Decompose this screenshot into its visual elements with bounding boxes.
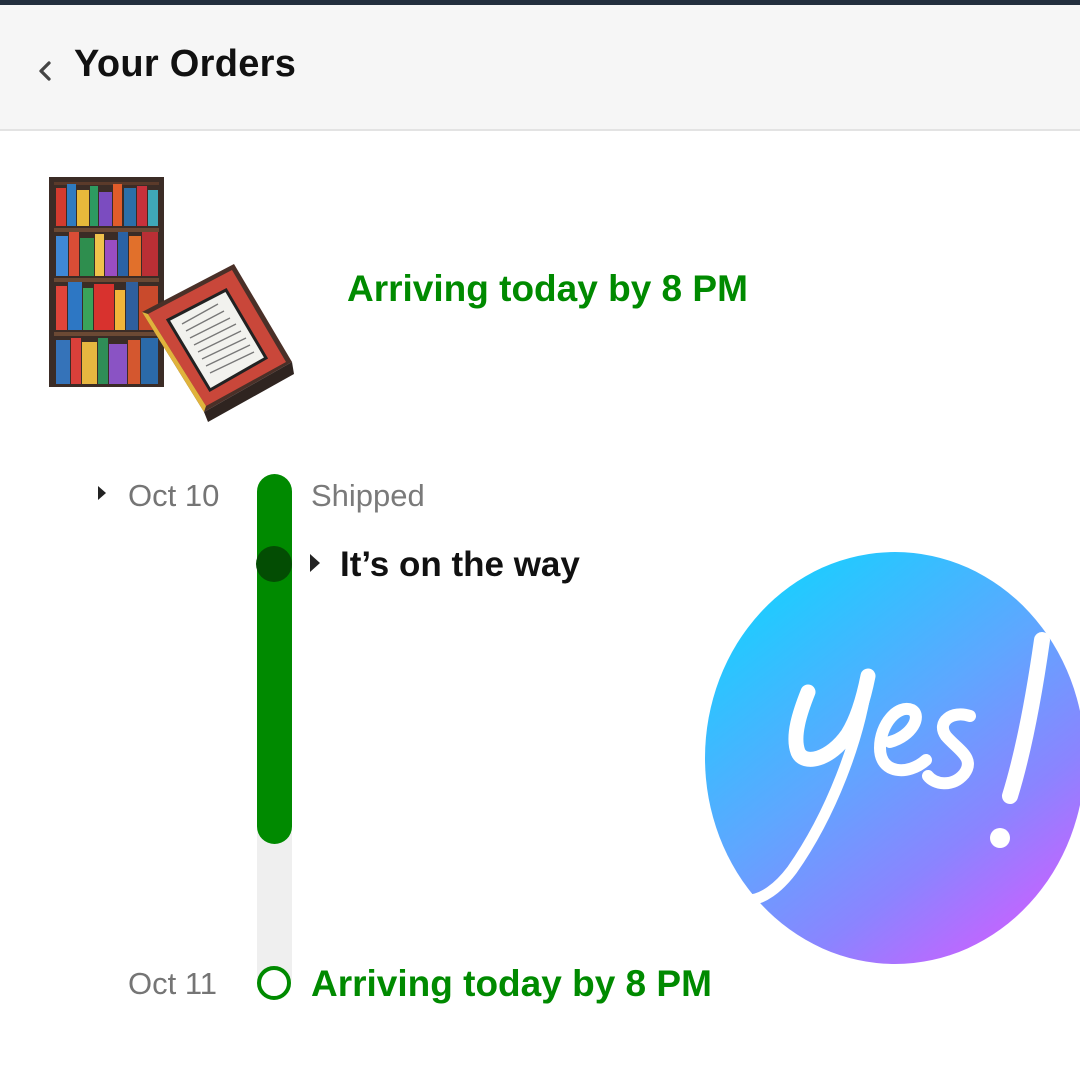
current-location-dot <box>256 546 292 582</box>
chevron-left-icon[interactable] <box>34 59 58 83</box>
delivery-endpoint-dot <box>257 966 291 1000</box>
tracking-step-shipped: Shipped <box>311 478 425 513</box>
tracking-progress-bar <box>257 474 292 844</box>
top-nav-bar: Your Orders <box>0 5 1080 131</box>
tracking-step-current[interactable]: It’s on the way <box>340 545 580 585</box>
product-image[interactable] <box>44 172 294 422</box>
tracking-step-arriving: Arriving today by 8 PM <box>311 963 712 1004</box>
page-title: Your Orders <box>74 43 297 85</box>
caret-right-icon[interactable] <box>98 486 106 500</box>
arrival-status: Arriving today by 8 PM <box>347 268 748 309</box>
yes-sticker <box>705 552 1080 964</box>
tracking-date: Oct 11 <box>128 966 218 1001</box>
tracking-date: Oct 10 <box>128 478 220 513</box>
caret-right-icon[interactable] <box>310 554 320 572</box>
